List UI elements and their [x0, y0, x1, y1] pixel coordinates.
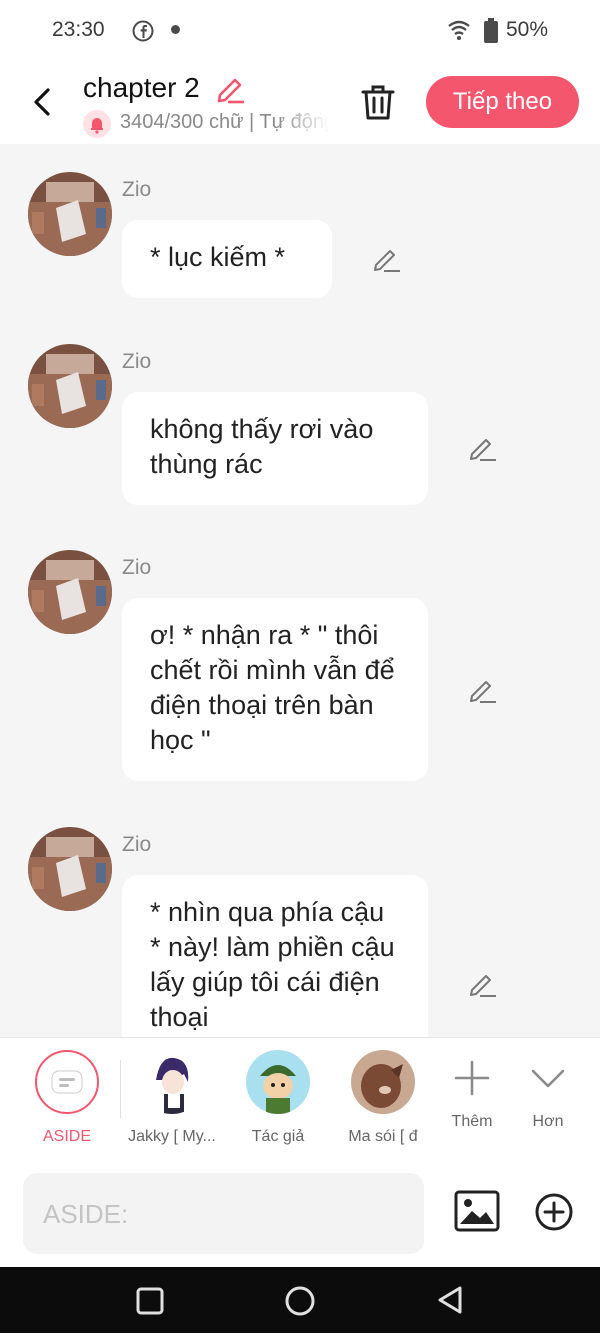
system-nav-bar [0, 1267, 600, 1333]
status-bar: 23:30 50% [0, 0, 600, 62]
edit-title-icon[interactable] [214, 73, 246, 105]
plus-icon [454, 1060, 490, 1096]
add-circle-icon[interactable] [534, 1192, 574, 1232]
sender-name: Zio [122, 556, 152, 579]
chat-list: Zio * lục kiếm * Zio không thấy rơi vào … [0, 144, 600, 1037]
character-label: Tác giả [251, 1128, 305, 1145]
facebook-icon [132, 20, 154, 42]
character-label: Ma sói [ đ [348, 1128, 418, 1145]
image-icon[interactable] [454, 1190, 500, 1232]
add-character-button[interactable]: Thêm [442, 1060, 502, 1131]
back-nav-icon[interactable] [436, 1285, 464, 1315]
character-werewolf[interactable]: Ma sói [ đ [333, 1050, 433, 1146]
character-author[interactable]: Tác giả [228, 1050, 328, 1146]
home-icon[interactable] [284, 1285, 316, 1317]
battery-percentage: 50% [506, 18, 549, 41]
avatar [140, 1050, 204, 1114]
sender-name: Zio [122, 350, 152, 373]
message-bubble[interactable]: * lục kiếm * [122, 220, 332, 298]
message-input[interactable]: ASIDE: [23, 1173, 424, 1254]
message-bubble[interactable]: * nhìn qua phía cậu * này! làm phiền cậu… [122, 875, 428, 1037]
character-aside[interactable]: ASIDE [17, 1050, 117, 1146]
bell-icon [83, 110, 111, 138]
notification-dot-icon [171, 25, 180, 34]
edit-message-icon[interactable] [468, 970, 498, 1000]
avatar[interactable] [28, 344, 112, 428]
character-label: Hơn [532, 1113, 564, 1130]
battery-icon [484, 18, 498, 43]
character-jakky[interactable]: Jakky [ My... [122, 1050, 222, 1146]
chevron-down-icon [531, 1069, 565, 1088]
avatar [351, 1050, 415, 1114]
wifi-icon [448, 20, 470, 40]
character-label: ASIDE [42, 1128, 91, 1145]
avatar[interactable] [28, 172, 112, 256]
edit-message-icon[interactable] [468, 434, 498, 464]
message-bubble[interactable]: không thấy rơi vào thùng rác [122, 392, 428, 505]
chapter-title: chapter 2 [83, 72, 200, 103]
next-button[interactable]: Tiếp theo [426, 76, 579, 128]
word-count-status: 3404/300 chữ | Tự động lưu [120, 111, 330, 133]
avatar[interactable] [28, 550, 112, 634]
editor-header: chapter 2 3404/300 chữ | Tự động lưu Tiế… [0, 62, 600, 144]
back-button[interactable] [26, 82, 60, 122]
recents-icon[interactable] [136, 1287, 164, 1315]
more-button[interactable]: Hơn [518, 1060, 578, 1131]
character-label: Thêm [451, 1113, 493, 1130]
character-label: Jakky [ My... [128, 1128, 216, 1145]
status-time: 23:30 [52, 18, 105, 41]
avatar [246, 1050, 310, 1114]
character-selector: ASIDE Jakky [ My... Tác giả Ma sói [đ T… [0, 1037, 600, 1162]
compose-bar: ASIDE: [0, 1161, 600, 1267]
sender-name: Zio [122, 833, 152, 856]
message-bubble[interactable]: ơ! * nhận ra * " thôi chết rồi mình vẫn … [122, 598, 428, 781]
delete-button[interactable] [360, 83, 396, 121]
sender-name: Zio [122, 178, 152, 201]
aside-icon [35, 1050, 99, 1114]
divider [120, 1060, 121, 1118]
avatar[interactable] [28, 827, 112, 911]
input-placeholder: ASIDE: [43, 1199, 129, 1229]
edit-message-icon[interactable] [372, 245, 402, 275]
edit-message-icon[interactable] [468, 676, 498, 706]
